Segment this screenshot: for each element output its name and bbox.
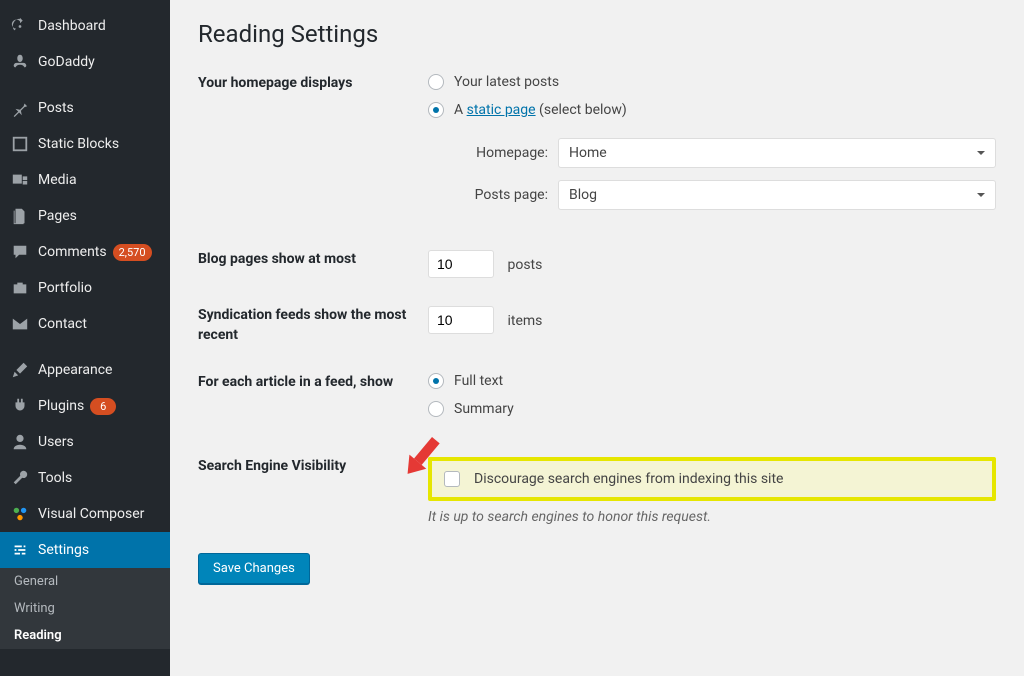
sidebar-item-label: Appearance xyxy=(38,362,112,378)
admin-sidebar: Dashboard GoDaddy Posts Static Blocks Me… xyxy=(0,0,170,676)
syndication-label: Syndication feeds show the most recent xyxy=(198,306,428,345)
blogpages-input[interactable] xyxy=(428,250,494,278)
plug-icon xyxy=(10,396,30,416)
sev-checkbox[interactable] xyxy=(444,471,460,487)
comments-count-badge: 2,570 xyxy=(113,244,152,261)
page-title: Reading Settings xyxy=(198,20,996,48)
radio-static-page-label: A static page (select below) xyxy=(454,102,627,118)
composer-icon xyxy=(10,504,30,524)
sidebar-item-static-blocks[interactable]: Static Blocks xyxy=(0,126,170,162)
sidebar-sub-general[interactable]: General xyxy=(0,568,170,595)
sidebar-item-plugins[interactable]: Plugins 6 xyxy=(0,388,170,424)
user-icon xyxy=(10,432,30,452)
sidebar-item-label: GoDaddy xyxy=(38,54,95,70)
pin-icon xyxy=(10,98,30,118)
envelope-icon xyxy=(10,314,30,334)
wrench-icon xyxy=(10,468,30,488)
pages-icon xyxy=(10,206,30,226)
save-changes-button[interactable]: Save Changes xyxy=(198,553,310,584)
sidebar-item-appearance[interactable]: Appearance xyxy=(0,352,170,388)
sidebar-item-label: Portfolio xyxy=(38,280,92,296)
postspage-select-label: Posts page: xyxy=(454,187,548,203)
sidebar-item-label: Dashboard xyxy=(38,18,106,34)
sidebar-item-label: Visual Composer xyxy=(38,506,144,522)
settings-icon xyxy=(10,540,30,560)
blocks-icon xyxy=(10,134,30,154)
sidebar-item-label: Media xyxy=(38,172,77,188)
dashboard-icon xyxy=(10,16,30,36)
sidebar-sub-reading[interactable]: Reading xyxy=(0,622,170,649)
sidebar-item-visual-composer[interactable]: Visual Composer xyxy=(0,496,170,532)
sidebar-item-portfolio[interactable]: Portfolio xyxy=(0,270,170,306)
comment-icon xyxy=(10,242,30,262)
sidebar-item-users[interactable]: Users xyxy=(0,424,170,460)
syndication-input[interactable] xyxy=(428,306,494,334)
blogpages-suffix: posts xyxy=(507,257,542,273)
sidebar-item-contact[interactable]: Contact xyxy=(0,306,170,342)
sev-highlight-box: Discourage search engines from indexing … xyxy=(428,457,996,501)
sidebar-item-media[interactable]: Media xyxy=(0,162,170,198)
radio-static-page[interactable] xyxy=(428,102,444,118)
sidebar-item-label: Tools xyxy=(38,470,72,486)
sidebar-item-dashboard[interactable]: Dashboard xyxy=(0,8,170,44)
radio-full-text-label: Full text xyxy=(454,373,503,389)
sidebar-item-label: Pages xyxy=(38,208,77,224)
homepage-select[interactable]: Home xyxy=(558,138,996,168)
sev-checkbox-label: Discourage search engines from indexing … xyxy=(474,471,783,487)
brush-icon xyxy=(10,360,30,380)
sidebar-item-label: Settings xyxy=(38,542,89,558)
sidebar-item-godaddy[interactable]: GoDaddy xyxy=(0,44,170,80)
postspage-select[interactable]: Blog xyxy=(558,180,996,210)
media-icon xyxy=(10,170,30,190)
syndication-suffix: items xyxy=(507,313,542,329)
sidebar-item-tools[interactable]: Tools xyxy=(0,460,170,496)
radio-summary[interactable] xyxy=(428,401,444,417)
radio-latest-posts-label: Your latest posts xyxy=(454,74,559,90)
radio-latest-posts[interactable] xyxy=(428,74,444,90)
sidebar-item-label: Plugins xyxy=(38,398,84,414)
sev-label: Search Engine Visibility xyxy=(198,457,428,525)
homepage-select-label: Homepage: xyxy=(454,145,548,161)
godaddy-icon xyxy=(10,52,30,72)
sidebar-item-comments[interactable]: Comments 2,570 xyxy=(0,234,170,270)
portfolio-icon xyxy=(10,278,30,298)
settings-content: Reading Settings Your homepage displays … xyxy=(170,0,1024,676)
sidebar-item-posts[interactable]: Posts xyxy=(0,90,170,126)
sidebar-sub-writing[interactable]: Writing xyxy=(0,595,170,622)
sidebar-item-label: Comments xyxy=(38,244,107,260)
sidebar-item-pages[interactable]: Pages xyxy=(0,198,170,234)
feed-label: For each article in a feed, show xyxy=(198,373,428,429)
sidebar-item-label: Users xyxy=(38,434,74,450)
sidebar-item-label: Contact xyxy=(38,316,87,332)
radio-full-text[interactable] xyxy=(428,373,444,389)
sev-description: It is up to search engines to honor this… xyxy=(428,509,996,525)
plugins-count-badge: 6 xyxy=(90,398,116,415)
homepage-displays-label: Your homepage displays xyxy=(198,74,428,222)
radio-summary-label: Summary xyxy=(454,401,514,417)
blogpages-label: Blog pages show at most xyxy=(198,250,428,278)
sidebar-item-settings[interactable]: Settings xyxy=(0,532,170,568)
static-page-link[interactable]: static page xyxy=(467,102,536,118)
sidebar-item-label: Posts xyxy=(38,100,74,116)
sidebar-item-label: Static Blocks xyxy=(38,136,119,152)
